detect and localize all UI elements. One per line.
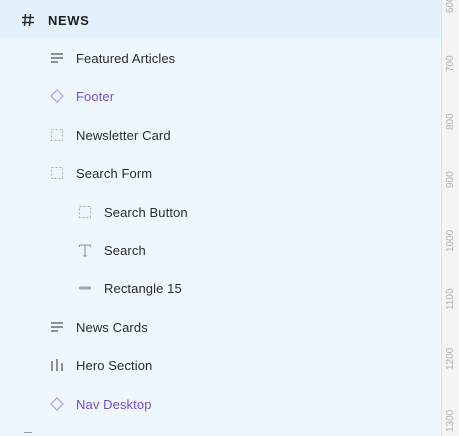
- ruler-tick-label: 800: [445, 113, 456, 130]
- text-lines-icon: [50, 51, 64, 65]
- ruler-tick-label: 1200: [445, 347, 456, 370]
- rectangle-icon: [78, 281, 92, 295]
- layer-row-newsletter-card[interactable]: Newsletter Card: [0, 116, 441, 154]
- layer-label: Search Form: [76, 165, 153, 181]
- ruler-tick-label: 900: [445, 171, 456, 188]
- layer-row-footer[interactable]: Footer: [0, 77, 441, 115]
- layer-row-search[interactable]: Search: [0, 231, 441, 269]
- layer-row-news-cards[interactable]: News Cards: [0, 308, 441, 346]
- hash-icon: [21, 13, 35, 27]
- ruler-tick-label: 1000: [445, 229, 456, 252]
- next-row-partial-icon: [24, 432, 32, 436]
- dashed-frame-icon: [50, 166, 64, 180]
- layer-label: Search: [104, 242, 146, 258]
- layer-label: Hero Section: [76, 357, 153, 373]
- dashed-frame-icon: [50, 128, 64, 142]
- text-t-icon: [78, 243, 92, 257]
- layer-label: Footer: [76, 88, 115, 104]
- layer-label: NEWS: [48, 12, 90, 28]
- layer-label: News Cards: [76, 319, 148, 335]
- layer-row-news[interactable]: NEWS: [0, 1, 441, 39]
- layer-row-rectangle-15[interactable]: Rectangle 15: [0, 269, 441, 307]
- component-instance-icon: [50, 89, 64, 103]
- ruler-tick-label: 1300: [445, 409, 456, 432]
- layer-label: Search Button: [104, 204, 188, 220]
- layers-panel: NEWS Featured Articles Footer Newsletter…: [0, 0, 441, 436]
- layer-row-hero-section[interactable]: Hero Section: [0, 346, 441, 384]
- ruler-tick-label: 1100: [445, 288, 456, 310]
- layer-label: Featured Articles: [76, 50, 176, 66]
- vertical-ruler: 600 700 800 900 1000 1100 1200 1300: [441, 0, 459, 436]
- ruler-tick-label: 600: [445, 0, 456, 13]
- layer-label: Newsletter Card: [76, 127, 171, 143]
- layer-row-search-form[interactable]: Search Form: [0, 154, 441, 192]
- vertical-bars-icon: [50, 358, 64, 372]
- text-lines-icon: [50, 320, 64, 334]
- ruler-tick-label: 700: [445, 55, 456, 72]
- layer-row-search-button[interactable]: Search Button: [0, 193, 441, 231]
- layer-label: Nav Desktop: [76, 396, 152, 412]
- component-instance-icon: [50, 397, 64, 411]
- dashed-frame-icon: [78, 205, 92, 219]
- layer-row-nav-desktop[interactable]: Nav Desktop: [0, 385, 441, 423]
- layer-label: Rectangle 15: [104, 280, 182, 296]
- layer-row-featured-articles[interactable]: Featured Articles: [0, 39, 441, 77]
